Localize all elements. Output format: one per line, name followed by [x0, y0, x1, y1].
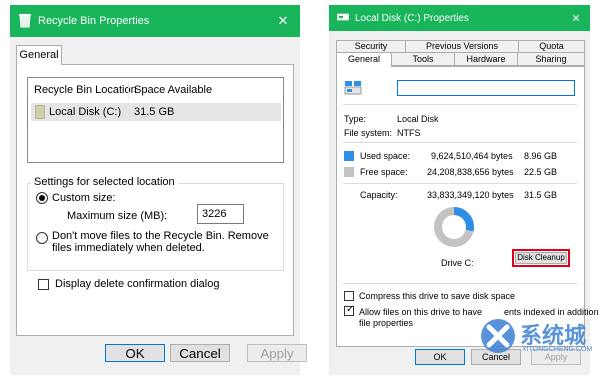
column-header-location[interactable]: Recycle Bin Location: [34, 84, 137, 96]
location-list[interactable]: Recycle Bin Location Space Available Loc…: [27, 77, 284, 163]
table-row[interactable]: Local Disk (C:) 31.5 GB: [31, 103, 281, 121]
location-cell: Local Disk (C:): [49, 106, 122, 118]
close-button[interactable]: ✕: [266, 5, 300, 37]
custom-size-label: Custom size:: [52, 192, 116, 204]
tab-general[interactable]: General: [336, 52, 392, 67]
confirmation-label: Display delete confirmation dialog: [55, 278, 220, 290]
capacity-bytes: 33,833,349,120 bytes: [427, 190, 514, 200]
general-panel: Type: Local Disk File system: NTFS Used …: [336, 66, 600, 347]
divider: [343, 104, 577, 105]
dont-move-label: Don't move files to the Recycle Bin. Rem…: [52, 230, 269, 254]
drive-icon: [35, 105, 45, 119]
titlebar: Local Disk (C:) Properties ✕: [329, 5, 590, 31]
capacity-size: 31.5 GB: [524, 190, 558, 200]
close-icon: ✕: [277, 13, 289, 28]
dont-move-radio[interactable]: [36, 232, 48, 244]
compress-checkbox[interactable]: [344, 291, 354, 301]
index-label-part1: Allow files on this drive to have: [359, 307, 483, 317]
index-checkbox[interactable]: [344, 304, 354, 316]
file-system-label: File system:: [344, 128, 393, 138]
divider: [343, 183, 577, 184]
window-title: Local Disk (C:) Properties: [355, 12, 469, 24]
max-size-label: Maximum size (MB):: [67, 210, 168, 222]
column-header-space[interactable]: Space Available: [134, 84, 212, 96]
space-cell: 31.5 GB: [134, 106, 175, 118]
cancel-button[interactable]: Cancel: [170, 344, 230, 362]
disk-cleanup-button[interactable]: Disk Cleanup: [515, 252, 567, 264]
free-space-size: 22.5 GB: [524, 167, 558, 177]
used-space-bytes: 9,624,510,464 bytes: [431, 151, 513, 161]
divider: [343, 142, 577, 143]
close-button[interactable]: ✕: [562, 5, 590, 31]
tab-tools[interactable]: Tools: [391, 52, 455, 66]
usage-donut-chart: [432, 205, 476, 251]
used-space-size: 8.96 GB: [524, 151, 558, 161]
free-space-label: Free space:: [360, 167, 408, 177]
ok-button[interactable]: OK: [105, 344, 165, 362]
compress-label: Compress this drive to save disk space: [359, 291, 516, 301]
type-label: Type:: [344, 114, 367, 124]
ok-button[interactable]: OK: [415, 349, 465, 365]
type-value: Local Disk: [397, 114, 439, 124]
drive-name-input[interactable]: [397, 80, 575, 96]
used-space-swatch: [344, 151, 354, 161]
capacity-label: Capacity:: [360, 190, 398, 200]
watermark: 系统城 XITONGCHENG.COM: [478, 312, 596, 372]
column-divider: [128, 82, 129, 98]
watermark-logo-icon: [478, 316, 518, 359]
drive-icon: [337, 12, 349, 25]
confirmation-checkbox[interactable]: [38, 279, 49, 290]
recycle-bin-properties-window: Recycle Bin Properties ✕ General Recycle…: [10, 5, 307, 375]
apply-button[interactable]: Apply: [247, 344, 307, 362]
drive-large-icon: [344, 80, 362, 98]
settings-group-title: Settings for selected location: [31, 176, 178, 188]
tab-general-label: General: [19, 49, 59, 61]
used-space-label: Used space:: [360, 151, 411, 161]
drive-label: Drive C:: [441, 258, 474, 268]
window-title: Recycle Bin Properties: [38, 15, 150, 27]
close-icon: ✕: [571, 12, 581, 25]
watermark-subtext: XITONGCHENG.COM: [522, 346, 593, 353]
general-panel: Recycle Bin Location Space Available Loc…: [16, 64, 294, 336]
divider: [343, 283, 577, 284]
index-label-line2: file properties: [359, 318, 414, 328]
file-system-value: NTFS: [397, 128, 421, 138]
free-space-swatch: [344, 167, 354, 177]
custom-size-radio[interactable]: [36, 192, 48, 204]
free-space-bytes: 24,208,838,656 bytes: [427, 167, 514, 177]
max-size-value: 3226: [202, 208, 227, 220]
max-size-input[interactable]: 3226: [197, 204, 244, 224]
titlebar: Recycle Bin Properties ✕: [10, 5, 300, 37]
recycle-bin-icon: [18, 12, 32, 31]
tab-sharing[interactable]: Sharing: [517, 52, 585, 66]
tab-general[interactable]: General: [16, 45, 62, 65]
tab-hardware[interactable]: Hardware: [454, 52, 518, 66]
